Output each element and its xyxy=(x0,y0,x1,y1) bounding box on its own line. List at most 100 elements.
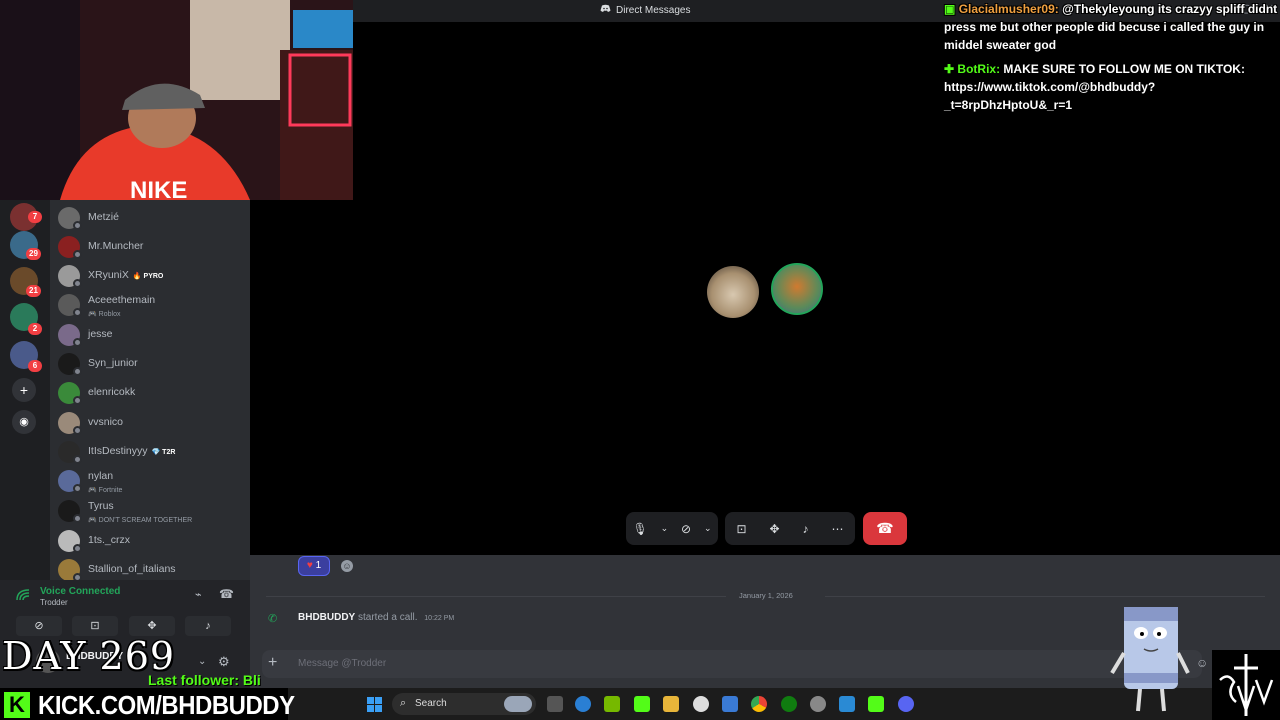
disconnect-icon[interactable]: ☎ xyxy=(219,587,234,601)
chat-username: BotRix: xyxy=(957,62,1001,76)
dm-name: jesse xyxy=(88,328,113,340)
screen-share-icon[interactable]: ⊡ xyxy=(736,522,746,536)
dm-activity: 🎮 Roblox xyxy=(88,310,120,318)
dm-item[interactable]: Mr.Muncher xyxy=(58,236,242,262)
call-user[interactable]: BHDBUDDY xyxy=(298,612,355,623)
mascot-image xyxy=(1110,607,1190,712)
screen: Direct Messages – ▢ ✕ 7 29 21 2 6 + ◉ Me… xyxy=(0,0,1280,720)
dm-name-text: XRyuniX xyxy=(88,269,129,281)
explore-icon[interactable]: ◉ xyxy=(12,410,36,434)
app-icon[interactable] xyxy=(839,696,855,712)
status-icon xyxy=(73,573,82,580)
phone-icon: ✆ xyxy=(268,613,278,625)
status-icon xyxy=(73,308,82,317)
dm-name: 1ts._crzx xyxy=(88,534,131,546)
kick-app-icon[interactable] xyxy=(868,696,884,712)
discord-icon xyxy=(600,4,611,16)
dm-activity-text: Fortnite xyxy=(98,487,123,494)
obs-icon[interactable] xyxy=(810,696,826,712)
chrome-icon[interactable] xyxy=(751,696,767,712)
clan-tag: 🔥 PYRO xyxy=(132,273,164,280)
svn-logo-icon xyxy=(1219,654,1274,716)
kick-app-icon[interactable] xyxy=(634,696,650,712)
window-title: Direct Messages xyxy=(600,4,690,16)
webcam-feed: NIKE xyxy=(0,0,353,200)
dm-item[interactable]: 1ts._crzx xyxy=(58,530,242,556)
dm-list: Metzié Mr.Muncher XRyuniX 🔥 PYRO Aceeethe… xyxy=(50,195,250,580)
dm-name: Syn_junior xyxy=(88,357,138,369)
dm-item[interactable]: Metzié xyxy=(58,207,242,233)
steam-icon[interactable] xyxy=(693,696,709,712)
more-icon[interactable]: ⋯ xyxy=(832,522,844,536)
dm-item[interactable]: Stallion_of_italians xyxy=(58,559,242,580)
kick-banner: K KICK.COM/BHDBUDDY xyxy=(0,688,295,720)
chat-username: Glacialmusher09: xyxy=(958,2,1059,16)
chevron-down-icon[interactable]: ⌄ xyxy=(704,523,712,534)
add-reaction-icon[interactable]: ☺ xyxy=(341,560,353,572)
soundboard-button[interactable]: ♪ xyxy=(185,616,231,636)
server-badge: 7 xyxy=(28,211,42,223)
gamepad-icon: 🎮 xyxy=(88,517,97,524)
message-input[interactable]: + Message @Trodder xyxy=(262,650,1202,678)
add-server-icon[interactable]: + xyxy=(12,378,36,402)
microphone-icon[interactable]: 🎙 xyxy=(632,522,647,536)
soundboard-icon[interactable]: ♪ xyxy=(803,522,809,536)
dm-item[interactable]: nylan 🎮 Fortnite xyxy=(58,470,242,496)
call-actions: ⊡ ✥ ♪ ⋯ xyxy=(725,512,855,545)
dm-activity: 🎮 DON'T SCREAM TOGETHER xyxy=(88,516,192,524)
dm-item[interactable]: Tyrus 🎮 DON'T SCREAM TOGETHER xyxy=(58,500,242,526)
store-icon[interactable] xyxy=(722,696,738,712)
chat-message: ▣ Glacialmusher09: @Thekyleyoung its cra… xyxy=(944,0,1280,54)
voice-status: Voice Connected xyxy=(40,586,121,597)
heart-reaction[interactable]: ♥ 1 xyxy=(298,556,330,576)
bot-badge-icon: ✚ xyxy=(944,62,955,76)
nvidia-icon[interactable] xyxy=(604,696,620,712)
file-explorer-icon[interactable] xyxy=(663,696,679,712)
heart-icon: ♥ xyxy=(306,560,313,571)
task-view-icon[interactable] xyxy=(547,696,563,712)
dm-item[interactable]: ItIsDestinyyy 💎 T2R xyxy=(58,441,242,467)
dm-item[interactable]: XRyuniX 🔥 PYRO xyxy=(58,265,242,291)
dm-name: Tyrus xyxy=(88,500,114,512)
server-badge: 6 xyxy=(28,360,42,372)
windows-start-icon[interactable] xyxy=(367,697,382,712)
divider xyxy=(266,596,726,597)
noise-suppression-icon[interactable]: ⌁ xyxy=(195,588,202,601)
dm-item[interactable]: jesse xyxy=(58,324,242,350)
dm-item[interactable]: elenricokk xyxy=(58,382,242,408)
screen-share-button[interactable]: ⊡ xyxy=(72,616,118,636)
participant-avatar[interactable] xyxy=(771,263,823,315)
chevron-down-icon[interactable]: ⌄ xyxy=(661,523,669,534)
discord-taskbar-icon[interactable] xyxy=(898,696,914,712)
status-icon xyxy=(73,514,82,523)
taskbar-search[interactable]: ⌕ Search xyxy=(392,693,536,715)
camera-off-button[interactable]: ⊘ xyxy=(16,616,62,636)
edge-icon[interactable] xyxy=(575,696,591,712)
window-title-text: Direct Messages xyxy=(616,4,691,16)
dm-name: ItIsDestinyyy 💎 T2R xyxy=(88,445,175,457)
dm-name: Aceeethemain xyxy=(88,294,156,306)
signal-icon xyxy=(16,589,30,604)
mic-camera-controls: 🎙 ⌄ ⊘ ⌄ xyxy=(626,512,718,545)
dm-name: Mr.Muncher xyxy=(88,240,144,252)
status-icon xyxy=(73,455,82,464)
emoji-icon[interactable]: ☺ xyxy=(1196,656,1208,670)
server-badge: 21 xyxy=(26,285,41,297)
activities-button[interactable]: ✥ xyxy=(129,616,175,636)
dm-item[interactable]: Aceeethemain 🎮 Roblox xyxy=(58,294,242,320)
dm-name: vvsnico xyxy=(88,416,124,428)
activities-icon[interactable]: ✥ xyxy=(770,522,780,536)
voice-channel[interactable]: Trodder xyxy=(40,598,68,607)
xbox-icon[interactable] xyxy=(781,696,797,712)
status-icon xyxy=(73,426,82,435)
server-badge: 2 xyxy=(28,323,42,335)
camera-off-icon[interactable]: ⊘ xyxy=(681,522,691,536)
chevron-down-icon[interactable]: ⌄ xyxy=(198,656,206,667)
dm-item[interactable]: Syn_junior xyxy=(58,353,242,379)
stream-chat-overlay: ▣ Glacialmusher09: @Thekyleyoung its cra… xyxy=(944,0,1280,120)
plus-icon[interactable]: + xyxy=(268,654,277,672)
gear-icon[interactable]: ⚙ xyxy=(218,654,230,670)
participant-avatar[interactable] xyxy=(707,266,759,318)
dm-item[interactable]: vvsnico xyxy=(58,412,242,438)
hang-up-button[interactable]: ☎ xyxy=(863,512,907,545)
